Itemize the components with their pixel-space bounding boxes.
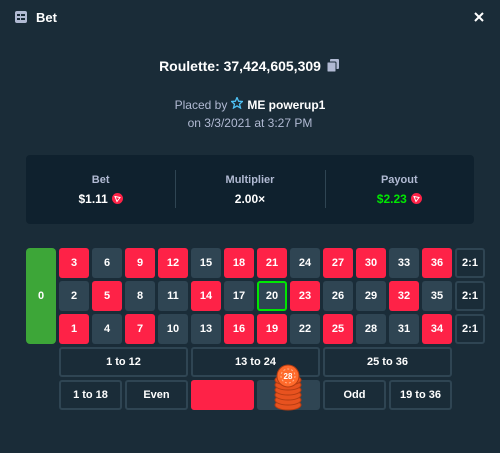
column-bet-3[interactable]: 2:1 [455, 314, 485, 344]
number-cell-13[interactable]: 13 [191, 314, 221, 344]
number-cell-12[interactable]: 12 [158, 248, 188, 278]
number-grid: 3 6 9 12 15 18 21 24 27 30 33 36 2:1 2 5 8 11 14 17 20 23 26 2… [59, 248, 485, 344]
tron-coin-icon [111, 193, 123, 204]
even-money-row: 1 to 18 Even Odd 19 to 36 [59, 380, 452, 410]
multiplier-stat: Multiplier 2.00× [175, 155, 324, 224]
bet-stat: Bet $1.11 [26, 155, 175, 224]
bet-date: on 3/3/2021 at 3:27 PM [187, 116, 313, 130]
low-button[interactable]: 1 to 18 [59, 380, 122, 410]
number-cell-16[interactable]: 16 [224, 314, 254, 344]
number-cell-6[interactable]: 6 [92, 248, 122, 278]
placed-by-label: Placed by [174, 97, 228, 112]
copy-icon[interactable] [326, 59, 341, 73]
bet-value: $1.11 [78, 191, 108, 206]
number-cell-20[interactable]: 20 [257, 281, 287, 311]
number-cell-14[interactable]: 14 [191, 281, 221, 311]
bet-stats-panel: Bet $1.11 Multiplier 2.00× Payout $2.23 [26, 155, 474, 224]
tron-coin-icon [410, 193, 422, 204]
game-id: Roulette: 37,424,605,309 [159, 58, 321, 74]
number-cell-28[interactable]: 28 [356, 314, 386, 344]
username-link[interactable]: ME powerup1 [230, 95, 326, 112]
odd-button[interactable]: Odd [323, 380, 386, 410]
close-icon[interactable] [470, 8, 488, 26]
number-cell-33[interactable]: 33 [389, 248, 419, 278]
even-button[interactable]: Even [125, 380, 188, 410]
number-cell-34[interactable]: 34 [422, 314, 452, 344]
high-button[interactable]: 19 to 36 [389, 380, 452, 410]
number-cell-9[interactable]: 9 [125, 248, 155, 278]
zero-cell[interactable]: 0 [26, 248, 56, 344]
number-cell-19[interactable]: 19 [257, 314, 287, 344]
placed-by-line: Placed by ME powerup1 [0, 95, 500, 112]
number-cell-22[interactable]: 22 [290, 314, 320, 344]
modal-header: Bet [0, 0, 500, 34]
number-cell-21[interactable]: 21 [257, 248, 287, 278]
column-bet-2[interactable]: 2:1 [455, 281, 485, 311]
number-cell-8[interactable]: 8 [125, 281, 155, 311]
game-id-line: Roulette: 37,424,605,309 [0, 58, 500, 74]
dozens-row: 1 to 12 13 to 24 25 to 36 [59, 347, 452, 377]
column-bet-1[interactable]: 2:1 [455, 248, 485, 278]
number-cell-11[interactable]: 11 [158, 281, 188, 311]
chip-stack: 28 [272, 364, 304, 412]
number-cell-23[interactable]: 23 [290, 281, 320, 311]
number-cell-30[interactable]: 30 [356, 248, 386, 278]
payout-value-row: $2.23 [377, 192, 422, 206]
number-cell-25[interactable]: 25 [323, 314, 353, 344]
number-cell-15[interactable]: 15 [191, 248, 221, 278]
number-cell-24[interactable]: 24 [290, 248, 320, 278]
bet-label: Bet [91, 173, 110, 186]
number-cell-26[interactable]: 26 [323, 281, 353, 311]
number-cell-36[interactable]: 36 [422, 248, 452, 278]
payout-stat: Payout $2.23 [324, 155, 474, 224]
dozen-1-button[interactable]: 1 to 12 [59, 347, 188, 377]
red-button[interactable] [191, 380, 254, 410]
number-cell-10[interactable]: 10 [158, 314, 188, 344]
number-cell-27[interactable]: 27 [323, 248, 353, 278]
number-cell-3[interactable]: 3 [59, 248, 89, 278]
bet-value-row: $1.11 [78, 191, 123, 206]
number-cell-35[interactable]: 35 [422, 281, 452, 311]
username: ME powerup1 [247, 97, 326, 112]
dozen-3-button[interactable]: 25 to 36 [323, 347, 452, 377]
number-cell-31[interactable]: 31 [389, 314, 419, 344]
vip-star-icon [230, 95, 245, 112]
number-cell-4[interactable]: 4 [92, 314, 122, 344]
chip-value: 28 [284, 372, 293, 381]
payout-label: Payout [380, 173, 418, 186]
number-cell-2[interactable]: 2 [59, 281, 89, 311]
bet-list-icon [14, 10, 28, 24]
number-cell-18[interactable]: 18 [224, 248, 254, 278]
number-cell-5[interactable]: 5 [92, 281, 122, 311]
payout-value: $2.23 [376, 191, 407, 206]
number-cell-1[interactable]: 1 [59, 314, 89, 344]
number-cell-17[interactable]: 17 [224, 281, 254, 311]
number-cell-32[interactable]: 32 [389, 281, 419, 311]
multiplier-label: Multiplier [225, 173, 275, 186]
number-cell-7[interactable]: 7 [125, 314, 155, 344]
modal-title: Bet [36, 9, 57, 25]
multiplier-value: 2.00× [234, 191, 266, 206]
number-cell-29[interactable]: 29 [356, 281, 386, 311]
